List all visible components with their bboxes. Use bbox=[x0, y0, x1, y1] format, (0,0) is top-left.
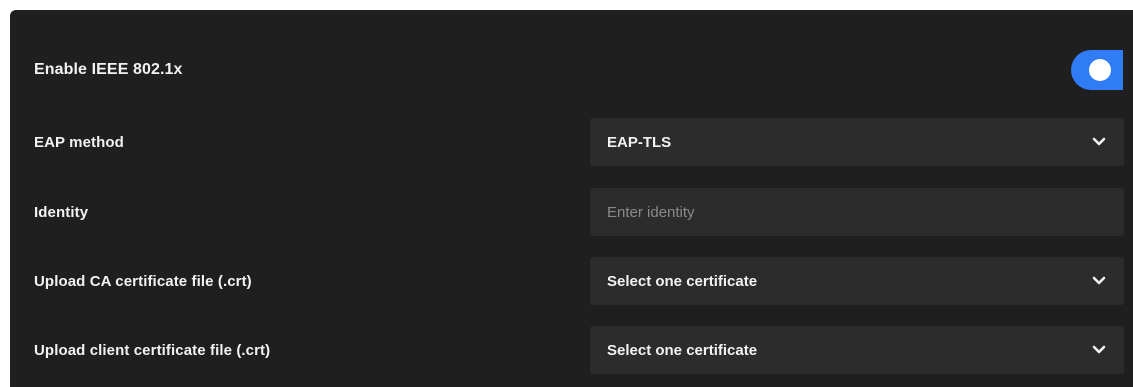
eap-method-label: EAP method bbox=[34, 133, 124, 151]
client-certificate-row: Upload client certificate file (.crt) Se… bbox=[10, 326, 1133, 374]
identity-row: Identity bbox=[10, 188, 1133, 236]
identity-field-container bbox=[590, 188, 1124, 236]
client-certificate-select[interactable]: Select one certificate bbox=[590, 326, 1124, 374]
identity-label: Identity bbox=[34, 203, 89, 221]
eap-method-value: EAP-TLS bbox=[607, 133, 672, 151]
toggle-knob bbox=[1089, 59, 1111, 81]
eap-method-row: EAP method EAP-TLS bbox=[10, 118, 1133, 166]
enable-ieee-8021x-toggle[interactable] bbox=[1071, 50, 1123, 90]
eap-method-select[interactable]: EAP-TLS bbox=[590, 118, 1124, 166]
ca-certificate-select[interactable]: Select one certificate bbox=[590, 257, 1124, 305]
enable-ieee-8021x-row: Enable IEEE 802.1x bbox=[10, 47, 1133, 93]
ca-certificate-row: Upload CA certificate file (.crt) Select… bbox=[10, 257, 1133, 305]
chevron-down-icon bbox=[1092, 274, 1106, 288]
client-certificate-label: Upload client certificate file (.crt) bbox=[34, 341, 271, 359]
ieee-8021x-settings-panel: Enable IEEE 802.1x EAP method EAP-TLS Id… bbox=[10, 10, 1133, 387]
client-certificate-value: Select one certificate bbox=[607, 341, 758, 359]
chevron-down-icon bbox=[1092, 135, 1106, 149]
ca-certificate-value: Select one certificate bbox=[607, 272, 758, 290]
ca-certificate-label: Upload CA certificate file (.crt) bbox=[34, 272, 252, 290]
identity-input[interactable] bbox=[607, 203, 1106, 221]
chevron-down-icon bbox=[1092, 343, 1106, 357]
enable-ieee-8021x-label: Enable IEEE 802.1x bbox=[34, 61, 183, 78]
